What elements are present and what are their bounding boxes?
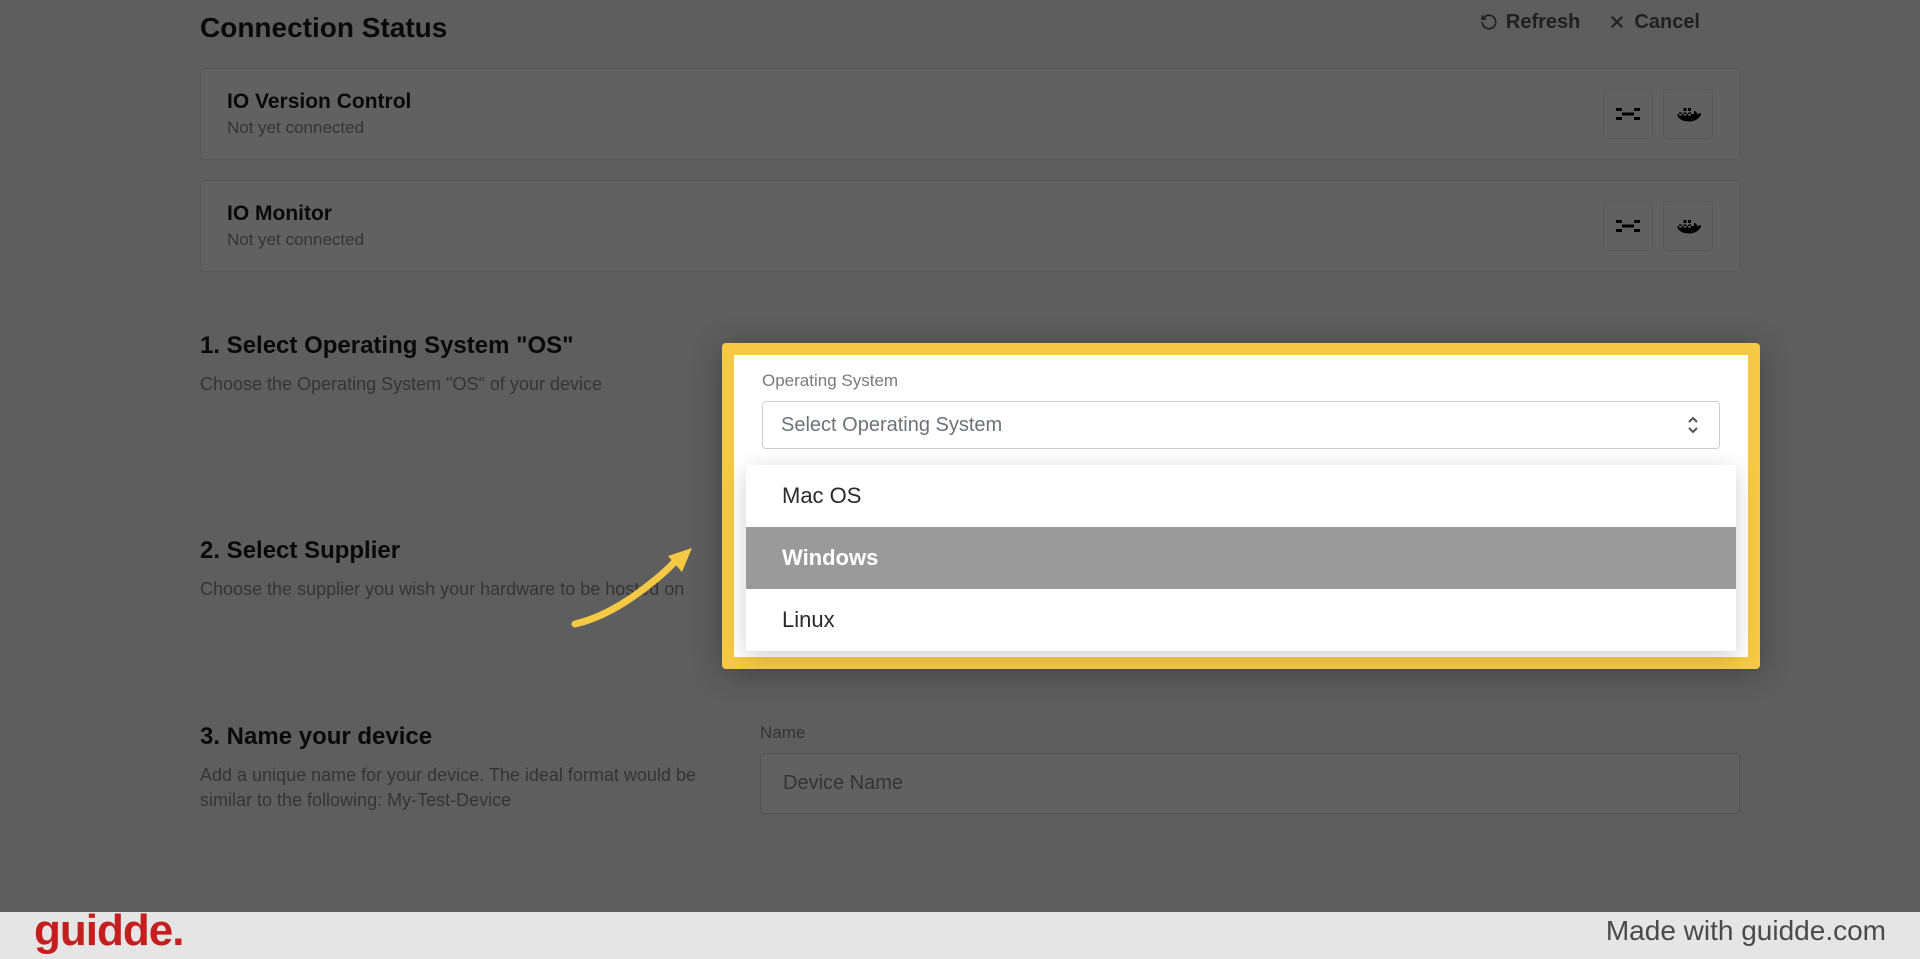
footer-bar: guidde. Made with guidde.com [0,912,1920,959]
os-options-list: Mac OS Windows Linux [746,465,1736,651]
guidde-logo: guidde. [34,909,183,953]
os-select[interactable]: Select Operating System [762,401,1720,449]
select-updown-icon [1685,415,1701,435]
os-option-windows[interactable]: Windows [746,527,1736,589]
os-dropdown-highlight: Operating System Select Operating System… [722,343,1760,669]
os-select-placeholder: Select Operating System [781,414,1002,437]
os-option-macos[interactable]: Mac OS [746,465,1736,527]
made-with-text: Made with guidde.com [1606,915,1886,947]
annotation-arrow [560,544,700,634]
os-field-label: Operating System [762,371,1720,391]
os-option-linux[interactable]: Linux [746,589,1736,651]
